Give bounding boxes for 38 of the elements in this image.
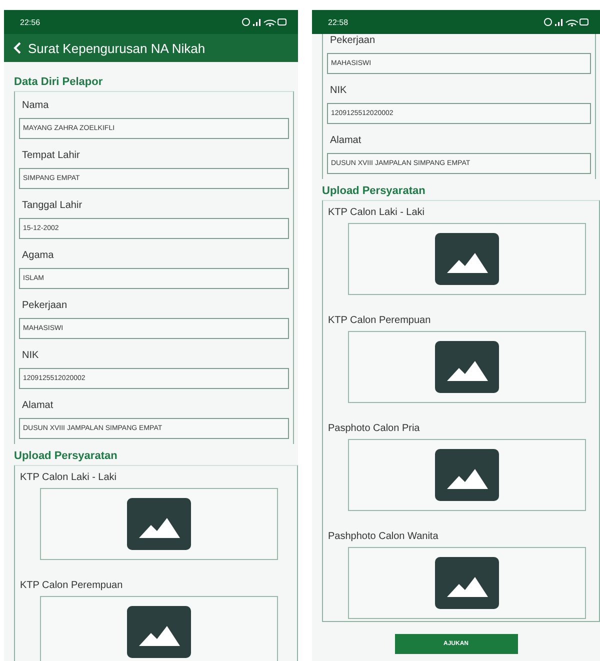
field-label: Pekerjaan — [329, 34, 376, 48]
upload-label: KTP Calon Laki - Laki — [19, 470, 118, 484]
screen-title: Surat Kepengurusan NA Nikah — [28, 40, 206, 56]
field-label: Agama — [21, 248, 55, 262]
image-icon — [435, 233, 499, 285]
field-label: Pekerjaan — [21, 298, 68, 312]
image-upload-box[interactable] — [348, 223, 586, 295]
status-icons — [242, 17, 288, 27]
section-title: Upload Persyaratan — [321, 184, 426, 199]
field-label: Alamat — [329, 134, 362, 148]
image-icon — [435, 341, 499, 393]
field-label: NIK — [21, 348, 40, 362]
status-icons — [544, 17, 590, 27]
image-icon — [435, 557, 499, 609]
field-label: Tempat Lahir — [21, 148, 81, 162]
upload-label: KTP Calon Perempuan — [19, 578, 124, 592]
upload-label: KTP Calon Perempuan — [327, 314, 432, 328]
section-title: Data Diri Pelapor — [13, 75, 104, 90]
field-label: NIK — [329, 84, 348, 98]
image-upload-box[interactable] — [348, 547, 586, 619]
status-time: 22:56 — [20, 18, 40, 26]
image-upload-box[interactable] — [40, 488, 278, 560]
upload-label: KTP Calon Laki - Laki — [327, 206, 426, 220]
image-icon — [127, 498, 191, 550]
image-upload-box[interactable] — [348, 331, 586, 403]
back-icon — [12, 42, 22, 54]
upload-label: Pasphoto Calon Pria — [327, 422, 421, 436]
image-upload-box[interactable] — [40, 596, 278, 661]
field-label: Alamat — [21, 398, 54, 412]
status-time: 22:58 — [328, 18, 348, 26]
field-label: Tanggal Lahir — [21, 198, 84, 212]
upload-label: Pashphoto Calon Wanita — [327, 530, 440, 544]
back-button[interactable] — [12, 42, 22, 54]
image-icon — [435, 449, 499, 501]
image-upload-box[interactable] — [348, 439, 586, 511]
section-title: Upload Persyaratan — [13, 449, 118, 464]
image-icon — [127, 606, 191, 658]
field-label: Nama — [21, 98, 50, 112]
